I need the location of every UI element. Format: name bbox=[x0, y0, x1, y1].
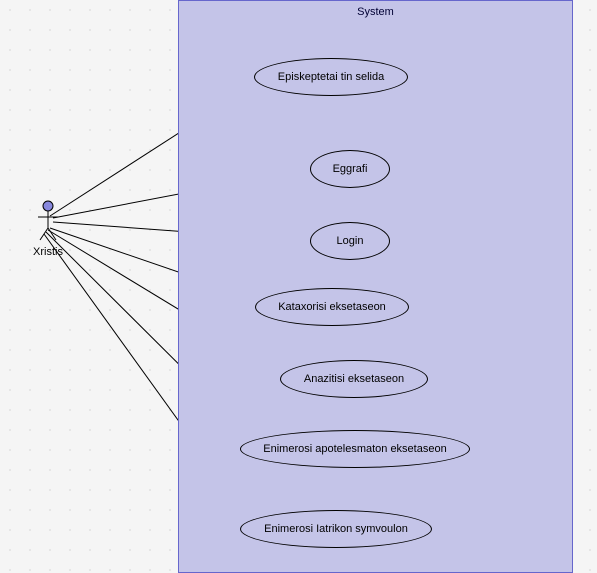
usecase-label: Kataxorisi eksetaseon bbox=[278, 301, 386, 313]
usecase-2[interactable]: Login bbox=[310, 222, 390, 260]
system-label: System bbox=[357, 6, 394, 18]
usecase-label: Enimerosi Iatrikon symvoulon bbox=[264, 523, 408, 535]
usecase-3[interactable]: Kataxorisi eksetaseon bbox=[255, 288, 409, 326]
usecase-1[interactable]: Eggrafi bbox=[310, 150, 390, 188]
usecase-6[interactable]: Enimerosi Iatrikon symvoulon bbox=[240, 510, 432, 548]
usecase-label: Enimerosi apotelesmaton eksetaseon bbox=[263, 443, 446, 455]
actor-icon bbox=[38, 200, 58, 242]
usecase-label: Eggrafi bbox=[333, 163, 368, 175]
usecase-label: Login bbox=[337, 235, 364, 247]
usecase-label: Episkeptetai tin selida bbox=[278, 71, 384, 83]
usecase-5[interactable]: Enimerosi apotelesmaton eksetaseon bbox=[240, 430, 470, 468]
usecase-4[interactable]: Anazitisi eksetaseon bbox=[280, 360, 428, 398]
usecase-0[interactable]: Episkeptetai tin selida bbox=[254, 58, 408, 96]
actor-xristis[interactable] bbox=[38, 200, 58, 245]
actor-label: Xristis bbox=[28, 246, 68, 258]
usecase-label: Anazitisi eksetaseon bbox=[304, 373, 404, 385]
